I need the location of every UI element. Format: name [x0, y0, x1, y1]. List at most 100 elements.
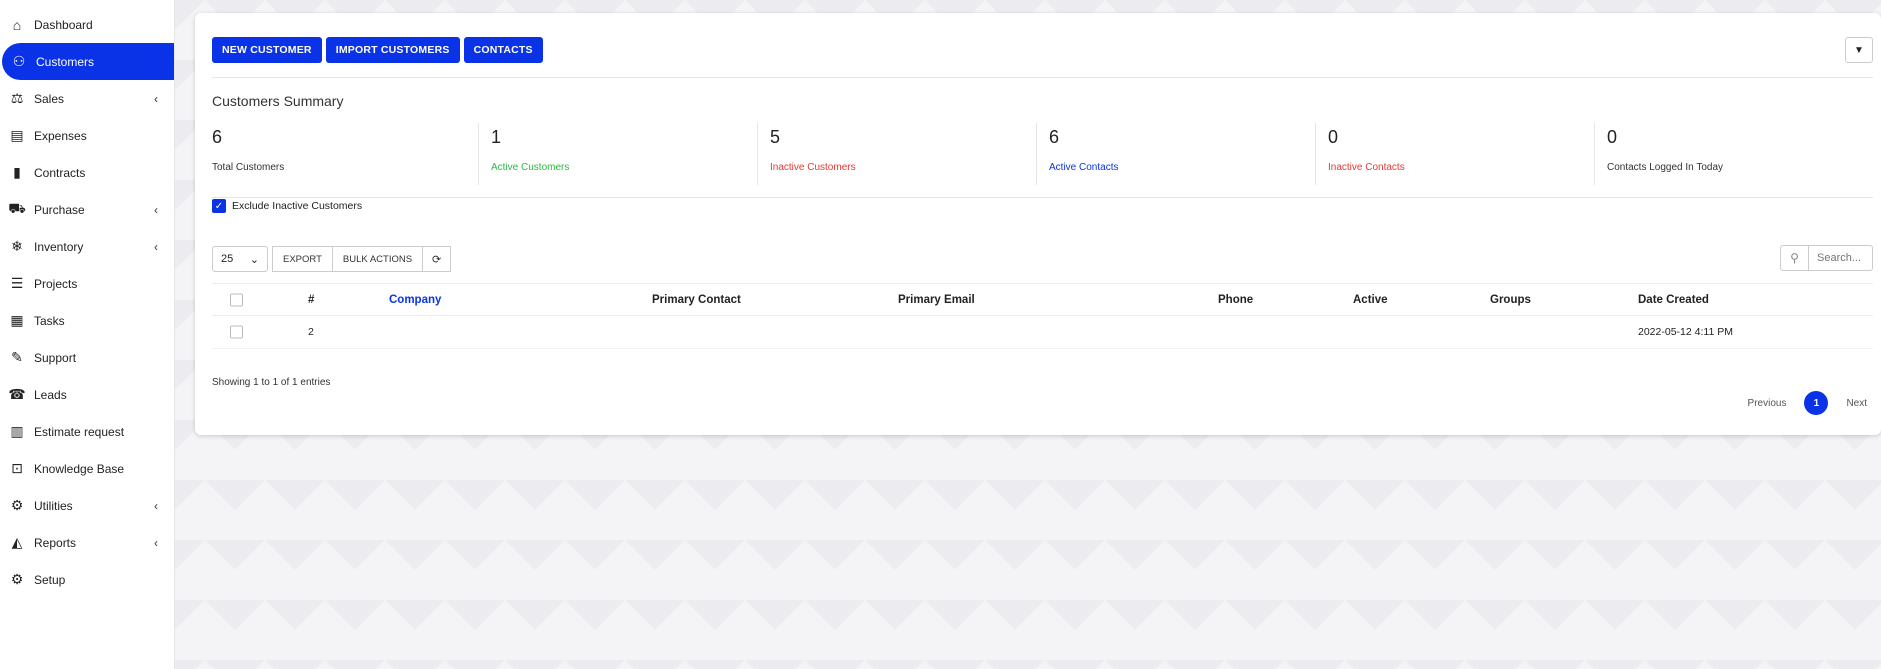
- bulk-actions-button[interactable]: BULK ACTIONS: [332, 246, 424, 272]
- chevron-left-icon: ‹: [154, 91, 158, 106]
- sidebar-item-projects[interactable]: ☰ Projects: [0, 265, 174, 302]
- previous-page-button[interactable]: Previous: [1748, 398, 1787, 409]
- stat-label: Active Customers: [491, 162, 570, 173]
- cart-icon: ⛟: [8, 200, 26, 216]
- chevron-left-icon: ‹: [154, 202, 158, 217]
- search-input[interactable]: [1809, 245, 1873, 271]
- sidebar-item-label: Tasks: [34, 313, 65, 328]
- header-primary-email[interactable]: Primary Email: [898, 294, 975, 306]
- sidebar-item-setup[interactable]: ⚙ Setup: [0, 561, 174, 598]
- stat-value: 6: [1049, 127, 1060, 147]
- sidebar-item-reports[interactable]: ◭ Reports ‹: [0, 524, 174, 561]
- sidebar-item-label: Utilities: [34, 498, 73, 513]
- divider: [212, 197, 1873, 198]
- row-number: 2: [308, 326, 314, 338]
- cog-icon: ⚙: [10, 571, 24, 587]
- sidebar-item-label: Knowledge Base: [34, 461, 125, 476]
- next-page-button[interactable]: Next: [1846, 398, 1867, 409]
- stat-label: Inactive Customers: [770, 162, 856, 173]
- export-button[interactable]: EXPORT: [272, 246, 333, 272]
- sidebar-item-estimate-request[interactable]: ▥ Estimate request: [0, 413, 174, 450]
- sidebar-item-label: Support: [34, 350, 77, 365]
- home-icon: ⌂: [12, 16, 22, 33]
- table-search: ⚲: [1780, 245, 1873, 271]
- sidebar-item-inventory[interactable]: ❄ Inventory ‹: [0, 228, 174, 265]
- header-company[interactable]: Company: [389, 294, 441, 306]
- summary-stat: 5 Inactive Customers: [758, 123, 1037, 185]
- page-1-button[interactable]: 1: [1804, 391, 1829, 415]
- sidebar-nav: ⌂ Dashboard ⚇ Customers ⚖ Sales ‹ ▤ Expenses ▮ Con…: [0, 6, 174, 598]
- chevron-left-icon: ‹: [154, 498, 158, 513]
- summary-stat: 6 Total Customers: [212, 123, 479, 185]
- sidebar-item-label: Purchase: [34, 202, 85, 217]
- main-area: NEW CUSTOMER IMPORT CUSTOMERS CONTACTS ▼…: [175, 0, 1881, 669]
- page-length-select[interactable]: 25 ⌄: [212, 246, 268, 272]
- entries-info: Showing 1 to 1 of 1 entries: [212, 377, 331, 388]
- header-groups[interactable]: Groups: [1490, 294, 1531, 306]
- sidebar-item-knowledge-base[interactable]: ⊡ Knowledge Base: [0, 450, 174, 487]
- refresh-button[interactable]: ⟳: [423, 246, 452, 272]
- exclude-inactive-checkbox[interactable]: ✓: [212, 199, 226, 213]
- stat-label: Contacts Logged In Today: [1607, 162, 1724, 173]
- row-date-created: 2022-05-12 4:11 PM: [1638, 326, 1733, 338]
- header-date-created[interactable]: Date Created: [1638, 294, 1709, 306]
- import-customers-button[interactable]: IMPORT CUSTOMERS: [325, 37, 460, 63]
- sidebar-item-label: Contracts: [34, 165, 86, 180]
- sidebar-item-label: Expenses: [34, 128, 87, 143]
- divider: [212, 77, 1873, 78]
- sidebar-item-purchase[interactable]: ⛟ Purchase ‹: [0, 191, 174, 228]
- sidebar-item-tasks[interactable]: ▦ Tasks: [0, 302, 174, 339]
- summary-title: Customers Summary: [212, 93, 344, 109]
- exclude-inactive-filter[interactable]: ✓ Exclude Inactive Customers: [212, 199, 362, 213]
- user-icon: ⚇: [12, 53, 26, 69]
- top-actions: NEW CUSTOMER IMPORT CUSTOMERS CONTACTS: [212, 37, 543, 63]
- sidebar-item-leads[interactable]: ☎ Leads: [0, 376, 174, 413]
- summary-stat: 0 Contacts Logged In Today: [1595, 123, 1873, 185]
- sidebar-item-customers[interactable]: ⚇ Customers: [2, 43, 174, 80]
- table-toolbar: 25 ⌄ EXPORT BULK ACTIONS ⟳: [212, 246, 452, 272]
- stat-label: Inactive Contacts: [1328, 162, 1405, 173]
- tasks-icon: ▦: [10, 312, 24, 328]
- header-number[interactable]: #: [308, 294, 314, 306]
- filter-button[interactable]: ▼: [1845, 37, 1873, 63]
- table-header: # Company Primary Contact Primary Email …: [212, 283, 1873, 316]
- filter-icon: ▼: [1854, 44, 1864, 56]
- exclude-inactive-label: Exclude Inactive Customers: [232, 200, 363, 212]
- header-active[interactable]: Active: [1353, 294, 1388, 306]
- sidebar: ⌂ Dashboard ⚇ Customers ⚖ Sales ‹ ▤ Expenses ▮ Con…: [0, 0, 175, 669]
- scale-icon: ⚖: [10, 90, 24, 106]
- sidebar-item-sales[interactable]: ⚖ Sales ‹: [0, 80, 174, 117]
- sidebar-item-label: Projects: [34, 276, 78, 291]
- summary-stats: 6 Total Customers 1 Active Customers 5 Inacti…: [212, 123, 1873, 185]
- stat-label: Active Contacts: [1049, 162, 1119, 173]
- file-text-icon: ▤: [10, 127, 24, 143]
- chevron-down-icon: ⌄: [249, 253, 259, 266]
- stat-value: 1: [491, 127, 502, 147]
- list-alt-icon: ▥: [10, 423, 24, 439]
- select-all-checkbox[interactable]: [230, 293, 243, 306]
- summary-stat: 0 Inactive Contacts: [1316, 123, 1595, 185]
- sidebar-item-contracts[interactable]: ▮ Contracts: [0, 154, 174, 191]
- new-customer-button[interactable]: NEW CUSTOMER: [212, 37, 322, 63]
- ticket-icon: ✎: [11, 349, 23, 365]
- row-checkbox[interactable]: [230, 325, 243, 339]
- stat-value: 6: [212, 127, 223, 147]
- sidebar-item-dashboard[interactable]: ⌂ Dashboard: [0, 6, 174, 43]
- header-phone[interactable]: Phone: [1218, 294, 1253, 306]
- sidebar-item-expenses[interactable]: ▤ Expenses: [0, 117, 174, 154]
- stat-value: 5: [770, 127, 781, 147]
- cogs-icon: ⚙: [10, 497, 24, 513]
- header-primary-contact[interactable]: Primary Contact: [652, 294, 741, 306]
- summary-stat: 1 Active Customers: [479, 123, 758, 185]
- sidebar-item-label: Inventory: [34, 239, 84, 254]
- sidebar-item-utilities[interactable]: ⚙ Utilities ‹: [0, 487, 174, 524]
- sidebar-item-label: Dashboard: [34, 17, 93, 32]
- contacts-button[interactable]: CONTACTS: [463, 37, 543, 63]
- sidebar-item-support[interactable]: ✎ Support: [0, 339, 174, 376]
- sidebar-item-label: Estimate request: [34, 424, 125, 439]
- sidebar-item-label: Leads: [34, 387, 67, 402]
- page-length-value: 25: [221, 253, 234, 265]
- sidebar-item-label: Customers: [36, 54, 95, 69]
- table-row[interactable]: 2 2022-05-12 4:11 PM: [212, 316, 1873, 349]
- summary-stat: 6 Active Contacts: [1037, 123, 1316, 185]
